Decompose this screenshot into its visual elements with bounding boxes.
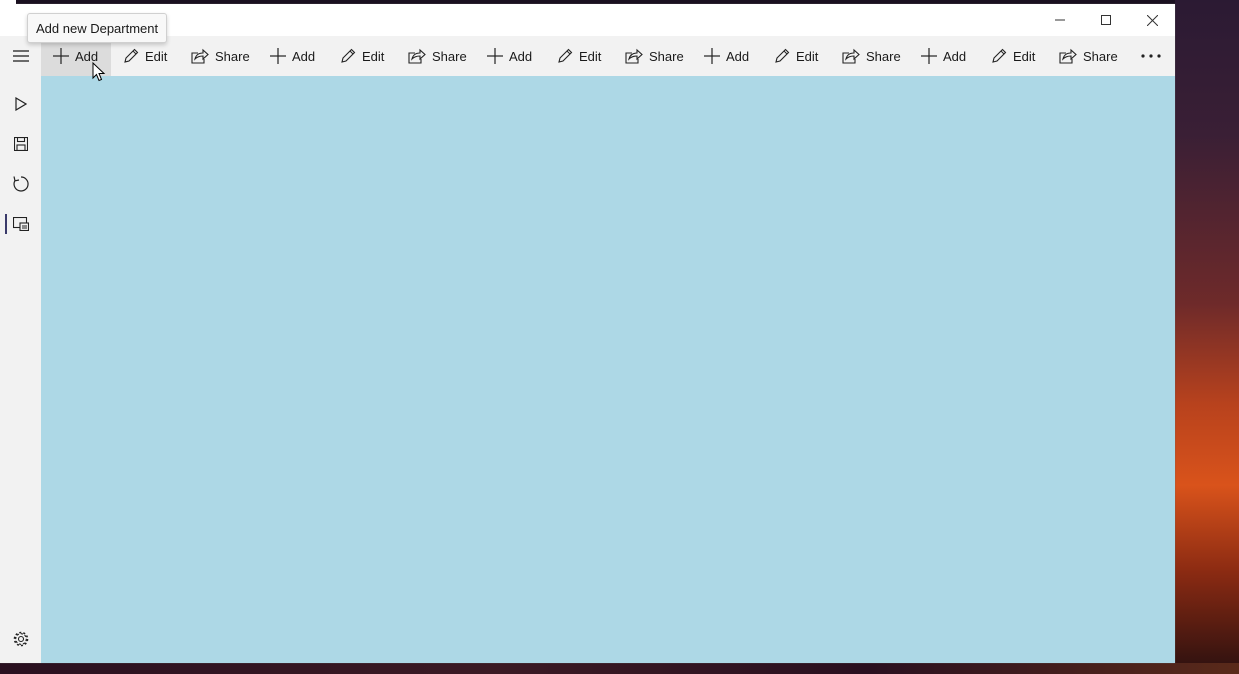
close-icon — [1146, 14, 1158, 26]
add-button[interactable]: Add — [921, 36, 966, 76]
share-label: Share — [215, 48, 250, 64]
close-button[interactable] — [1129, 4, 1175, 36]
hamburger-menu-button[interactable] — [0, 38, 41, 74]
add-label: Add — [292, 48, 316, 64]
maximize-button[interactable] — [1083, 4, 1129, 36]
plus-icon — [53, 48, 69, 64]
add-label: Add — [509, 48, 533, 64]
refresh-icon — [12, 176, 29, 192]
share-icon — [191, 48, 209, 64]
edit-label: Edit — [579, 48, 602, 64]
add-button[interactable]: Add — [704, 36, 749, 76]
pencil-icon — [992, 48, 1007, 63]
add-label: Add — [726, 48, 750, 64]
nav-view-button[interactable] — [0, 206, 41, 242]
minimize-icon — [1055, 19, 1065, 21]
edit-label: Edit — [796, 48, 819, 64]
share-button[interactable]: Share — [191, 36, 250, 76]
nav-settings-button[interactable] — [0, 621, 41, 657]
add-button[interactable]: Add — [487, 36, 532, 76]
navigation-pane — [0, 36, 41, 663]
more-icon — [1141, 54, 1161, 58]
edit-label: Edit — [145, 48, 168, 64]
nav-save-button[interactable] — [0, 126, 41, 162]
nav-refresh-button[interactable] — [0, 166, 41, 202]
more-button[interactable] — [1131, 36, 1171, 76]
add-label: Add — [943, 48, 967, 64]
pencil-icon — [341, 48, 356, 63]
content-area — [41, 76, 1175, 663]
view-icon — [12, 217, 29, 231]
app-window: Add Edit Share Add Edit Share Add Edit S… — [0, 4, 1175, 663]
plus-icon — [704, 48, 720, 64]
share-icon — [625, 48, 643, 64]
share-button[interactable]: Share — [408, 36, 467, 76]
hamburger-icon — [12, 50, 29, 62]
pencil-icon — [775, 48, 790, 63]
edit-button[interactable]: Edit — [774, 36, 818, 76]
settings-icon — [13, 631, 28, 647]
minimize-button[interactable] — [1037, 4, 1083, 36]
share-icon — [408, 48, 426, 64]
share-label: Share — [432, 48, 467, 64]
title-bar — [0, 4, 1175, 36]
desktop-wallpaper — [1175, 0, 1239, 674]
share-icon — [842, 48, 860, 64]
edit-label: Edit — [1013, 48, 1036, 64]
share-button[interactable]: Share — [625, 36, 684, 76]
maximize-icon — [1101, 15, 1111, 25]
edit-button[interactable]: Edit — [340, 36, 384, 76]
share-button[interactable]: Share — [842, 36, 901, 76]
share-label: Share — [1083, 48, 1118, 64]
edit-button[interactable]: Edit — [557, 36, 601, 76]
nav-play-button[interactable] — [0, 86, 41, 122]
share-icon — [1059, 48, 1077, 64]
share-label: Share — [649, 48, 684, 64]
desktop-corner-icon — [0, 0, 16, 4]
command-bar: Add Edit Share Add Edit Share Add Edit S… — [41, 36, 1175, 76]
plus-icon — [487, 48, 503, 64]
share-label: Share — [866, 48, 901, 64]
mouse-cursor-icon — [92, 62, 106, 82]
add-button-tooltip: Add new Department — [27, 13, 168, 43]
edit-label: Edit — [362, 48, 385, 64]
add-button[interactable]: Add — [270, 36, 315, 76]
plus-icon — [921, 48, 937, 64]
desktop-wallpaper-bottom — [0, 663, 1239, 674]
play-icon — [14, 97, 27, 111]
share-button[interactable]: Share — [1059, 36, 1118, 76]
save-icon — [13, 137, 28, 151]
pencil-icon — [124, 48, 139, 63]
edit-button[interactable]: Edit — [991, 36, 1035, 76]
plus-icon — [270, 48, 286, 64]
pencil-icon — [558, 48, 573, 63]
